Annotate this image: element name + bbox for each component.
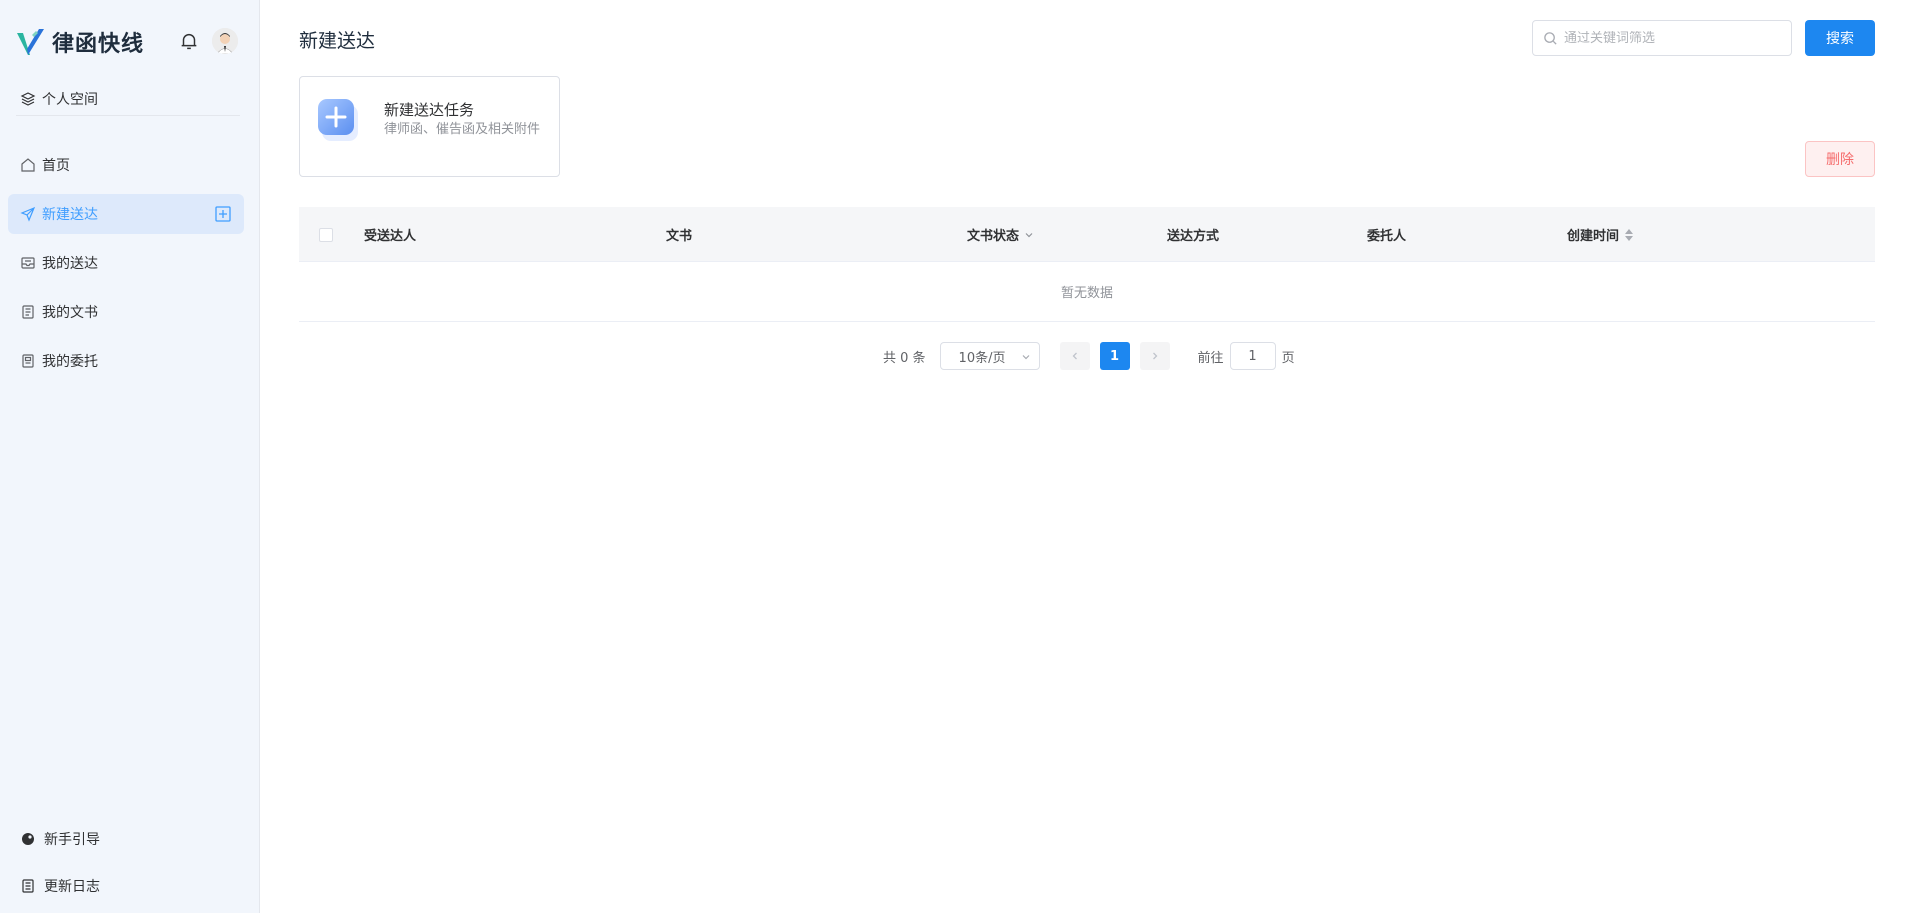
sidebar-bottom-links: 新手引导 更新日志: [20, 819, 240, 913]
delete-button[interactable]: 删除: [1805, 141, 1875, 177]
search-icon: [1544, 31, 1557, 45]
page-title: 新建送达: [299, 30, 376, 52]
chevron-down-icon[interactable]: [1023, 229, 1035, 241]
personal-space-label: 个人空间: [42, 91, 98, 108]
column-label: 文书: [666, 229, 693, 244]
pagination: 共 0 条 10条/页 1 前往 页: [883, 341, 1295, 371]
add-square-icon[interactable]: [214, 205, 232, 223]
page-size-select[interactable]: 10条/页: [939, 342, 1040, 370]
document-icon: [22, 305, 34, 319]
delivery-table: 受送达人 文书 文书状态 送达方式 委托人 创建时间 暂无数据: [299, 207, 1875, 322]
chevron-left-icon: [1072, 352, 1077, 360]
brand[interactable]: 律函快线: [14, 22, 144, 62]
pagination-total: 共 0 条: [883, 350, 926, 366]
column-header-document: 文书: [666, 207, 692, 262]
column-label: 文书状态: [967, 229, 1020, 244]
brand-name: 律函快线: [52, 32, 145, 57]
column-label: 创建时间: [1567, 229, 1620, 244]
sidebar-item-label: 新建送达: [42, 207, 98, 223]
goto-page: 前往 页: [1198, 342, 1295, 370]
column-label: 受送达人: [364, 229, 417, 244]
column-header-document-status[interactable]: 文书状态: [967, 207, 1035, 262]
changelog-link[interactable]: 更新日志: [20, 866, 240, 906]
guide-link[interactable]: 新手引导: [20, 819, 240, 859]
task-card-title: 新建送达任务: [384, 101, 475, 119]
next-page-button[interactable]: [1139, 342, 1170, 370]
sidebar-item-label: 首页: [42, 158, 70, 174]
new-delivery-task-card[interactable]: 新建送达任务 律师函、催告函及相关附件: [299, 76, 560, 177]
table-header: 受送达人 文书 文书状态 送达方式 委托人 创建时间: [299, 207, 1875, 262]
sidebar-item-label: 我的文书: [42, 305, 98, 321]
send-icon: [20, 206, 36, 222]
column-header-recipient: 受送达人: [364, 207, 416, 262]
goto-prefix: 前往: [1197, 350, 1224, 366]
avatar-icon: [212, 28, 238, 54]
sort-icon[interactable]: [1625, 228, 1634, 241]
entrust-icon: [22, 354, 34, 368]
sidebar-item-home[interactable]: 首页: [8, 145, 244, 185]
brand-logo-icon: [17, 29, 44, 55]
layers-icon: [20, 91, 36, 106]
chevron-down-icon: [1022, 355, 1029, 360]
page-size-value: 10条/页: [958, 350, 1006, 366]
task-card-description: 律师函、催告函及相关附件: [384, 122, 541, 137]
column-header-delivery-method: 送达方式: [1167, 207, 1219, 262]
sidebar-nav: 首页 新建送达 我的送达 我的文书 我的委托: [8, 145, 244, 390]
prev-page-button[interactable]: [1059, 342, 1090, 370]
sidebar-item-new-delivery[interactable]: 新建送达: [8, 194, 244, 234]
personal-space-switcher[interactable]: 个人空间: [16, 82, 240, 116]
page-number-current[interactable]: 1: [1099, 342, 1130, 370]
column-header-client: 委托人: [1367, 207, 1406, 262]
select-all-checkbox[interactable]: [319, 228, 333, 242]
add-task-icon: [318, 99, 358, 141]
guide-icon: [22, 833, 34, 845]
sidebar: 律函快线 个人空间 首页 新建送达 我的送达 我的文书 我的委托 新手引导 更新…: [0, 0, 260, 913]
sidebar-item-my-entrusts[interactable]: 我的委托: [8, 341, 244, 381]
goto-page-input[interactable]: [1229, 342, 1276, 370]
column-header-created-time[interactable]: 创建时间: [1567, 207, 1634, 262]
inbox-icon: [21, 257, 35, 269]
home-icon: [21, 158, 35, 172]
chevron-right-icon: [1152, 352, 1157, 360]
goto-suffix: 页: [1281, 350, 1295, 366]
guide-label: 新手引导: [44, 832, 100, 848]
search-button[interactable]: 搜索: [1805, 20, 1875, 56]
table-empty-state: 暂无数据: [299, 262, 1875, 322]
sidebar-item-my-deliveries[interactable]: 我的送达: [8, 243, 244, 283]
notification-bell-icon[interactable]: [178, 30, 200, 52]
avatar[interactable]: [212, 28, 238, 54]
search-input[interactable]: [1564, 30, 1774, 46]
sidebar-item-my-documents[interactable]: 我的文书: [8, 292, 244, 332]
column-label: 送达方式: [1167, 229, 1220, 244]
sidebar-item-label: 我的委托: [42, 354, 98, 370]
changelog-label: 更新日志: [44, 879, 100, 895]
column-label: 委托人: [1367, 229, 1407, 244]
changelog-icon: [22, 879, 34, 893]
sidebar-item-label: 我的送达: [42, 256, 98, 272]
search-box[interactable]: [1532, 20, 1792, 56]
